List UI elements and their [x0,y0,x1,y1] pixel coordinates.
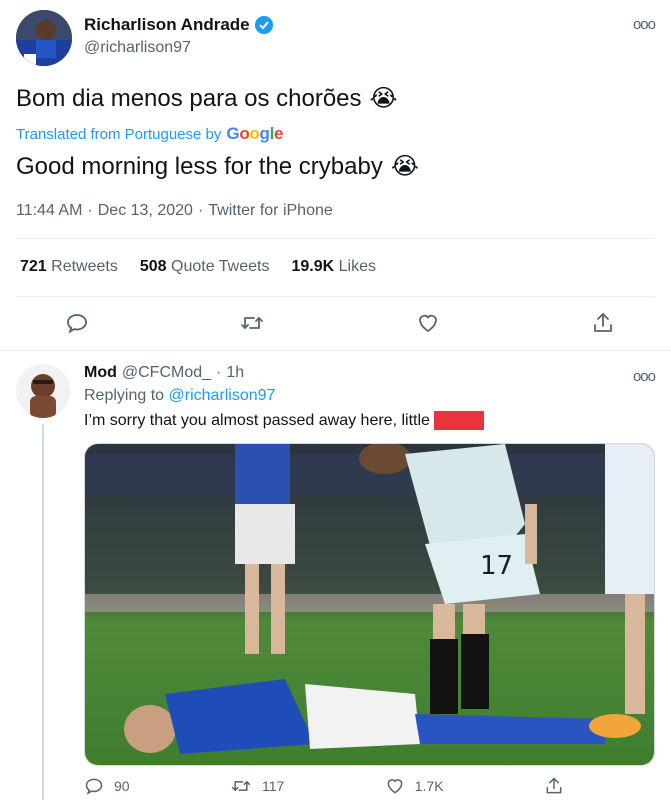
reply-actions: 90 117 1.7K [84,776,564,796]
quote-tweets-count: 508 [139,258,167,275]
reply-retweet-button[interactable]: 117 [230,776,284,796]
author-name[interactable]: Richarlison Andrade [84,15,273,35]
google-logo-icon: Google [226,124,284,143]
retweet-icon [231,781,251,791]
verified-badge-icon [254,16,273,34]
reply-author-avatar[interactable] [16,364,70,418]
divider [16,296,655,297]
quote-tweets-stat[interactable]: 508 Quote Tweets [140,258,270,276]
replying-to-mention[interactable]: @richarlison97 [169,387,276,404]
divider [16,238,655,239]
translated-text-content: Good morning less for the crybaby [16,152,383,180]
reply-icon [85,778,103,795]
reply-share-button[interactable] [544,776,564,796]
likes-stat[interactable]: 19.9K Likes [291,258,376,276]
crying-emoji-icon: 😭 [369,85,398,112]
reply-header: Mod @CFCMod_ · 1h [84,364,244,382]
likes-count: 19.9K [291,258,335,275]
retweets-count: 721 [20,258,47,275]
reply-text: I’m sorry that you almost passed away he… [84,411,484,430]
crying-emoji-icon: 😭 [390,153,419,180]
meta-separator: · [87,202,93,219]
heart-icon [387,779,403,794]
tweet-actions [60,306,620,340]
reply-handle[interactable]: @CFCMod_ [122,364,211,382]
likes-label: Likes [338,258,376,275]
engagement-stats: 721 Retweets 508 Quote Tweets 19.9K Like… [20,258,376,276]
tweet-text-content: Bom dia menos para os chorões [16,84,362,112]
reply-text-content: I’m sorry that you almost passed away he… [84,411,430,429]
share-icon [594,313,612,332]
tweet-text: Bom dia menos para os chorões 😭 [16,84,398,113]
share-button[interactable] [586,306,620,340]
jersey-number: 17 [480,551,513,581]
reply-more-options-icon[interactable]: ooo [633,368,656,385]
reply-display-name[interactable]: Mod [84,364,117,382]
retweets-label: Retweets [51,258,118,275]
reply-count: 90 [114,778,130,794]
retweet-button[interactable] [235,306,269,340]
replying-to-label: Replying to [84,387,165,404]
author-display-name[interactable]: Richarlison Andrade [84,15,250,35]
reply-time[interactable]: 1h [226,364,244,382]
reply-icon [67,314,87,334]
replying-to: Replying to @richarlison97 [84,387,275,405]
translation-attribution[interactable]: Translated from Portuguese by Google [16,124,284,144]
tweet-photo[interactable]: 17 [84,443,655,766]
retweet-icon [241,317,264,329]
quote-tweets-label: Quote Tweets [171,258,270,275]
reply-button[interactable] [60,306,94,340]
meta-separator: · [197,202,204,219]
like-count: 1.7K [414,778,444,794]
author-handle[interactable]: @richarlison97 [84,39,191,57]
retweet-count: 117 [262,778,285,794]
thread-line [42,424,44,800]
tweet-metadata: 11:44 AM · Dec 13, 2020 · Twitter for iP… [16,202,333,220]
retweets-stat[interactable]: 721 Retweets [20,258,118,276]
redaction-box [433,411,484,430]
share-icon [546,777,562,794]
more-options-icon[interactable]: ooo [633,16,656,33]
author-avatar[interactable] [16,10,72,66]
tweet-source[interactable]: Twitter for iPhone [208,202,333,220]
like-button[interactable] [411,306,445,340]
translated-label: Translated from Portuguese by [16,126,222,143]
tweet-time[interactable]: 11:44 AM [16,202,82,220]
meta-separator: · [216,364,222,381]
reply-like-button[interactable]: 1.7K [385,776,444,796]
divider [0,350,671,351]
reply-reply-button[interactable]: 90 [84,776,130,796]
translated-text: Good morning less for the crybaby 😭 [16,152,419,181]
heart-icon [418,314,437,333]
tweet-date[interactable]: Dec 13, 2020 [98,202,193,220]
